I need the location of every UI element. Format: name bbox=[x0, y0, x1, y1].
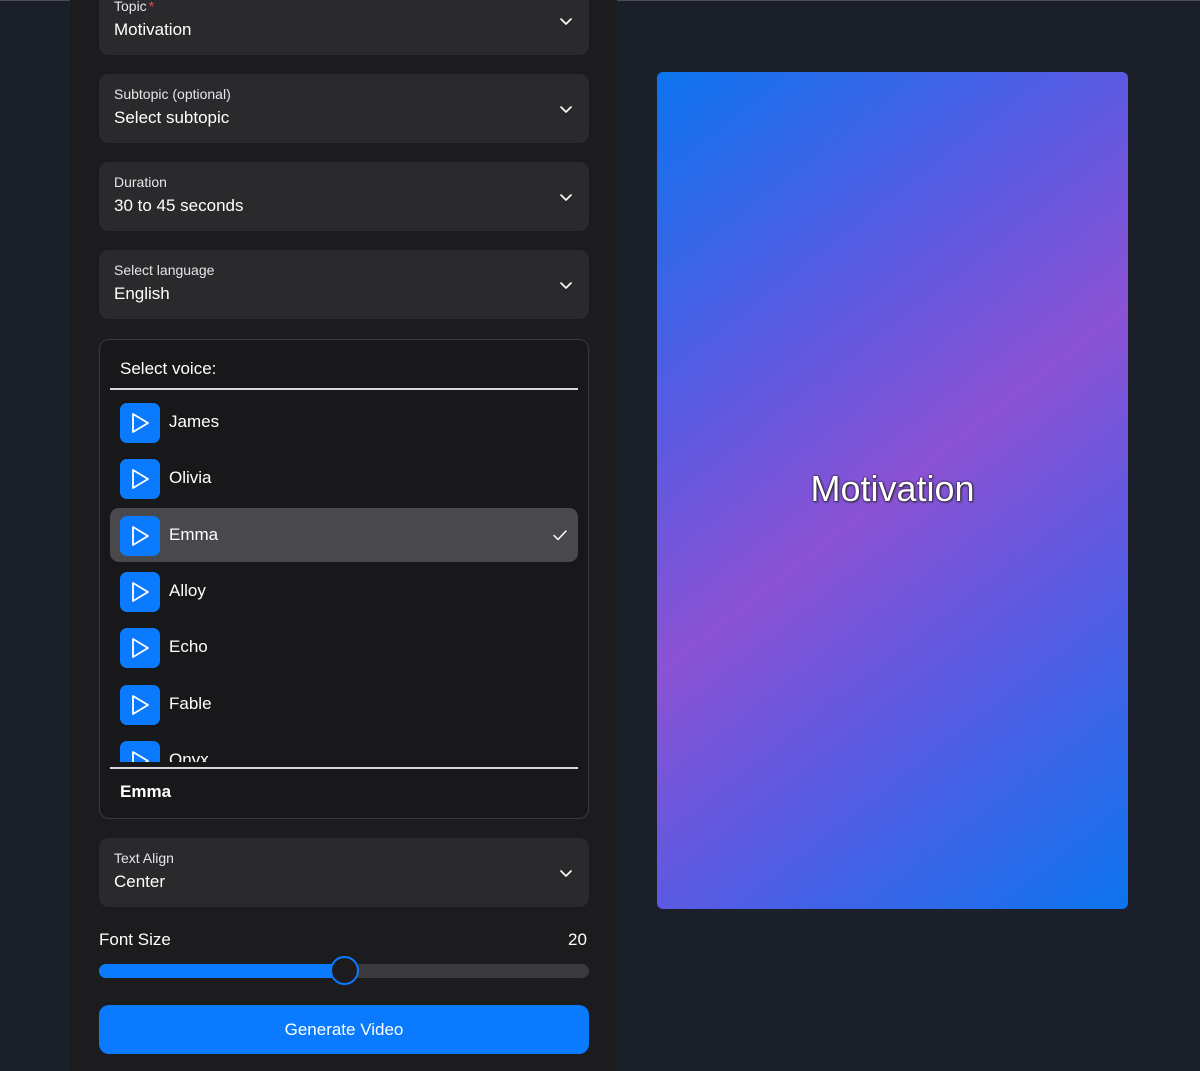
selected-voice-value: Emma bbox=[120, 782, 172, 801]
topic-value: Motivation bbox=[114, 20, 192, 39]
chevron-down-icon bbox=[558, 101, 574, 117]
voice-list[interactable]: James Olivia Emma Alloy Echo Fable Onyx bbox=[110, 392, 578, 762]
text-align-select[interactable]: Text Align Center bbox=[99, 838, 589, 907]
chevron-down-icon bbox=[558, 189, 574, 205]
play-icon[interactable] bbox=[120, 572, 160, 612]
slider-fill bbox=[99, 964, 344, 978]
voice-heading: Select voice: bbox=[120, 359, 217, 378]
chevron-down-icon bbox=[558, 277, 574, 293]
voice-option-emma[interactable]: Emma bbox=[110, 508, 578, 562]
voice-name: Emma bbox=[169, 525, 219, 544]
play-icon[interactable] bbox=[120, 459, 160, 499]
generate-video-button[interactable]: Generate Video bbox=[99, 1005, 589, 1054]
language-value: English bbox=[114, 284, 170, 303]
preview-caption: Motivation bbox=[810, 468, 975, 509]
video-preview: Motivation bbox=[657, 72, 1128, 909]
voice-name: Echo bbox=[169, 637, 208, 656]
topic-label: Topic * bbox=[114, 0, 155, 14]
voice-name: Fable bbox=[169, 694, 212, 713]
chevron-down-icon bbox=[558, 13, 574, 29]
voice-option-olivia[interactable]: Olivia bbox=[110, 451, 578, 505]
voice-option-fable[interactable]: Fable bbox=[110, 677, 578, 731]
voice-option-james[interactable]: James bbox=[110, 395, 578, 449]
text-align-label: Text Align bbox=[114, 850, 174, 866]
check-icon bbox=[552, 527, 568, 543]
divider bbox=[110, 767, 578, 769]
voice-name: James bbox=[169, 412, 220, 431]
voice-option-onyx[interactable]: Onyx bbox=[110, 733, 578, 762]
topic-select[interactable]: Topic * Motivation bbox=[99, 0, 589, 55]
text-align-value: Center bbox=[114, 872, 166, 891]
language-label: Select language bbox=[114, 262, 215, 278]
subtopic-value: Select subtopic bbox=[114, 108, 230, 127]
slider-thumb[interactable] bbox=[330, 956, 359, 985]
voice-selector: Select voice: James Olivia Emma Alloy Ec… bbox=[99, 339, 589, 819]
voice-option-alloy[interactable]: Alloy bbox=[110, 564, 578, 618]
voice-name: Olivia bbox=[169, 468, 212, 487]
play-icon[interactable] bbox=[120, 516, 160, 556]
duration-label: Duration bbox=[114, 174, 167, 190]
duration-select[interactable]: Duration 30 to 45 seconds bbox=[99, 162, 589, 231]
chevron-down-icon bbox=[558, 865, 574, 881]
font-size-label: Font Size bbox=[99, 930, 171, 949]
subtopic-label: Subtopic (optional) bbox=[114, 86, 231, 102]
play-icon[interactable] bbox=[120, 403, 160, 443]
play-icon[interactable] bbox=[120, 628, 160, 668]
divider bbox=[110, 388, 578, 390]
subtopic-select[interactable]: Subtopic (optional) Select subtopic bbox=[99, 74, 589, 143]
voice-name: Alloy bbox=[169, 581, 206, 600]
language-select[interactable]: Select language English bbox=[99, 250, 589, 319]
font-size-value: 20 bbox=[568, 930, 587, 949]
duration-value: 30 to 45 seconds bbox=[114, 196, 244, 215]
play-icon[interactable] bbox=[120, 685, 160, 725]
play-icon[interactable] bbox=[120, 741, 160, 762]
required-mark: * bbox=[148, 0, 155, 14]
voice-name: Onyx bbox=[169, 750, 209, 762]
voice-option-echo[interactable]: Echo bbox=[110, 620, 578, 674]
